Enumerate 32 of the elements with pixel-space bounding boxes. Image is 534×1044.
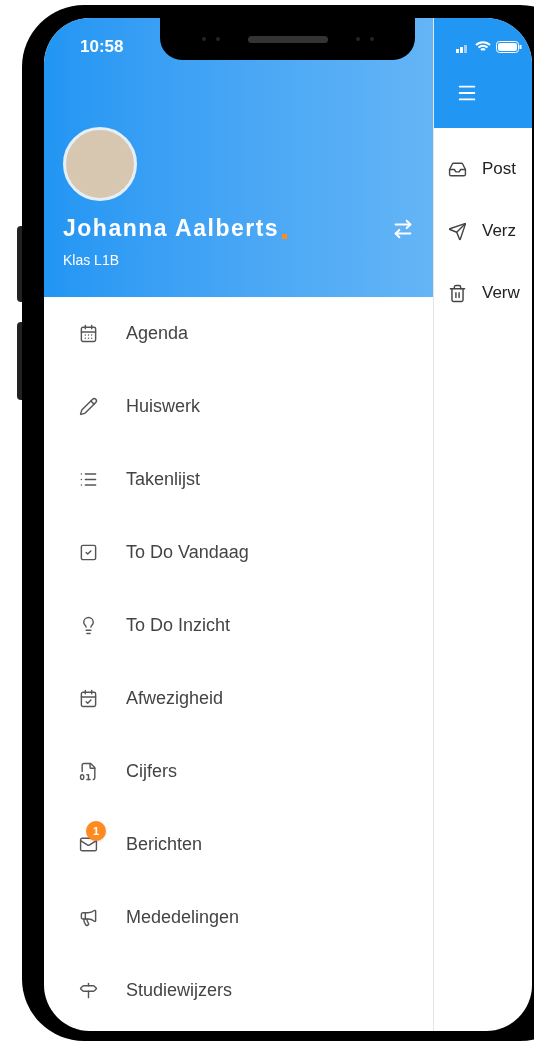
menu-item[interactable]: Huiswerk [44, 370, 433, 443]
calendar-check-icon [78, 689, 98, 708]
menu-item[interactable]: To Do Vandaag [44, 516, 433, 589]
status-time: 10:58 [80, 38, 125, 55]
menu-item[interactable]: Agenda [44, 297, 433, 370]
menu-item[interactable]: 1 Berichten [44, 808, 433, 881]
folder-item[interactable]: Verz [434, 200, 532, 262]
menu-item[interactable]: Cijfers [44, 735, 433, 808]
paper-plane-icon [448, 221, 467, 241]
switch-account-button[interactable] [392, 217, 414, 240]
folder-item[interactable]: Verw [434, 262, 532, 324]
inbox-icon [448, 159, 467, 179]
student-name: Johanna Aalberts [63, 217, 280, 240]
list-icon [78, 470, 98, 489]
pencil-icon [78, 397, 98, 416]
battery-icon [496, 41, 522, 53]
trash-icon [448, 283, 467, 303]
grade-file-icon [78, 762, 98, 781]
menu-item[interactable]: To Do Inzicht [44, 589, 433, 662]
class-label: Klas L1B [63, 251, 121, 270]
wifi-icon [475, 41, 491, 53]
menu-item[interactable]: Takenlijst [44, 443, 433, 516]
menu-item[interactable]: Studiewijzers [44, 954, 433, 1027]
menu-item[interactable]: Mededelingen [44, 881, 433, 954]
menu-item[interactable]: Afwezigheid [44, 662, 433, 735]
envelope-icon [78, 835, 98, 854]
calendar-icon [78, 324, 98, 343]
checkbox-icon [78, 543, 98, 562]
folder-item[interactable]: Post [434, 138, 532, 200]
signpost-icon [78, 981, 98, 1000]
notification-badge: 1 [86, 821, 106, 841]
megaphone-icon [78, 908, 98, 927]
